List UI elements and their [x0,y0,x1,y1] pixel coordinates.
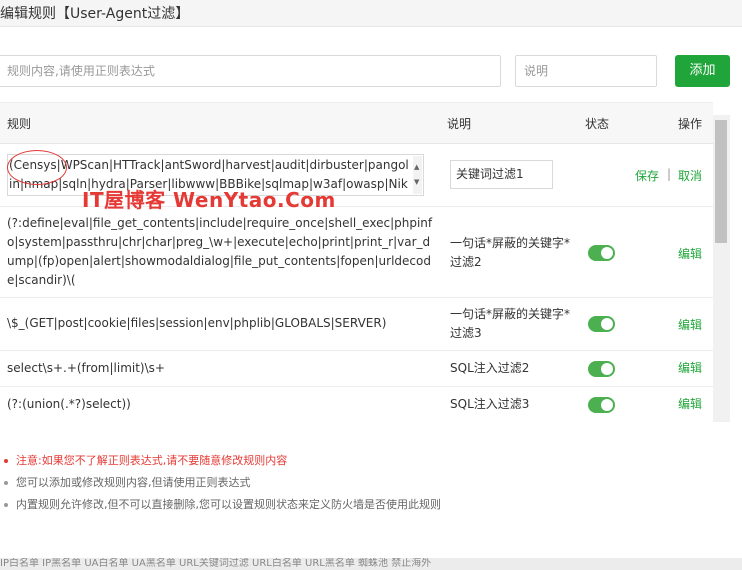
table-header: 规则 说明 状态 操作 [0,103,713,144]
background-page-strip: IP白名单 IP黑名单 UA白名单 UA黑名单 URL关键词过滤 URL白名单 … [0,558,742,570]
rule-text: select\s+.+(from|limit)\s+ [7,361,165,375]
table-row: (?:define|eval|file_get_contents|include… [0,207,713,298]
edit-link[interactable]: 编辑 [678,395,702,412]
add-button[interactable]: 添加 [675,55,730,87]
header-status: 状态 [585,117,610,131]
note-item: 内置规则允许修改,但不可以直接删除,您可以设置规则状态来定义防火墙是否使用此规则 [4,496,441,518]
header-desc: 说明 [447,117,472,131]
header-rule: 规则 [7,117,32,131]
edit-link[interactable]: 编辑 [678,245,702,262]
textarea-scrollbar[interactable]: ▲ ▼ [413,156,422,194]
table-row: select\s+.+(from|limit)\s+ SQL注入过滤2 编辑 [0,351,713,387]
desc-text: SQL注入过滤3 [450,397,530,411]
table-scrollbar[interactable] [713,115,730,422]
save-link[interactable]: 保存 [635,167,659,184]
watermark-text: IT屋博客 WenYtao.Com [82,188,336,212]
rules-table: 规则 说明 状态 操作 (Censys|WPScan|HTTrack|antSw… [0,102,713,423]
rule-text: (?:(union(.*?)select)) [7,397,131,411]
table-row: \$_(GET|post|cookie|files|session|env|ph… [0,298,713,351]
desc-edit-input[interactable]: 关键词过滤1 [450,160,553,189]
desc-text: 一句话*屏蔽的关键字*过滤3 [450,307,571,340]
scrollbar-thumb[interactable] [715,120,727,243]
rule-text: (?:define|eval|file_get_contents|include… [7,216,433,287]
notes-list: 注意:如果您不了解正则表达式,请不要随意修改规则内容 您可以添加或修改规则内容,… [4,452,441,518]
header-ops: 操作 [678,117,703,131]
edit-link[interactable]: 编辑 [678,359,702,376]
dialog-title: 编辑规则【User-Agent过滤】 [0,6,190,22]
op-separator: | [667,167,672,181]
desc-input[interactable]: 说明 [515,55,657,87]
highlight-circle [7,150,67,185]
table-row: (?:(union(.*?)select)) SQL注入过滤3 编辑 [0,387,713,423]
rule-text: \$_(GET|post|cookie|files|session|env|ph… [7,316,387,330]
note-item: 您可以添加或修改规则内容,但请使用正则表达式 [4,474,441,496]
edit-link[interactable]: 编辑 [678,316,702,333]
rule-input[interactable]: 规则内容,请使用正则表达式 [0,55,501,87]
status-toggle[interactable] [588,316,615,332]
note-warning: 注意:如果您不了解正则表达式,请不要随意修改规则内容 [4,452,441,474]
cancel-link[interactable]: 取消 [678,167,702,184]
dialog-titlebar: 编辑规则【User-Agent过滤】 [0,0,742,27]
status-toggle[interactable] [588,245,615,261]
status-toggle[interactable] [588,361,615,377]
desc-text: SQL注入过滤2 [450,361,530,375]
scroll-down-arrow-icon[interactable]: ▼ [414,173,419,192]
desc-text: 一句话*屏蔽的关键字*过滤2 [450,236,571,269]
status-toggle[interactable] [588,397,615,413]
